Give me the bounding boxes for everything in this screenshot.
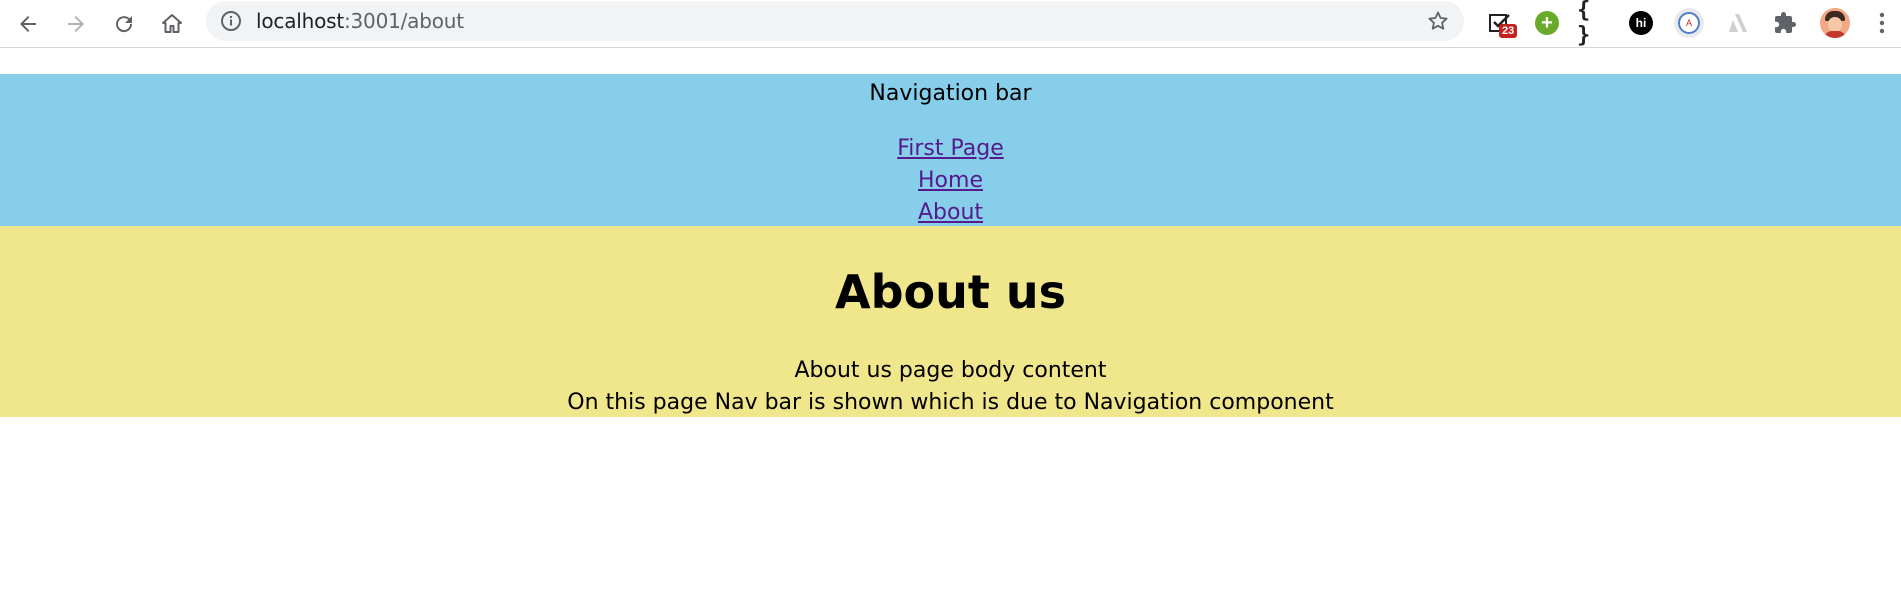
- more-menu-icon[interactable]: [1868, 6, 1896, 40]
- reload-icon[interactable]: [108, 8, 140, 40]
- url-path: :3001/about: [343, 9, 464, 33]
- hi-extension-icon[interactable]: hi: [1624, 6, 1658, 40]
- nav-link-home[interactable]: Home: [0, 165, 1901, 197]
- site-info-icon[interactable]: [220, 10, 242, 32]
- body-line: About us page body content: [794, 358, 1107, 383]
- triangle-extension-icon[interactable]: [1721, 6, 1755, 40]
- address-bar[interactable]: localhost:3001/about: [206, 1, 1464, 41]
- forward-icon[interactable]: [60, 8, 92, 40]
- body-line: On this page Nav bar is shown which is d…: [567, 390, 1334, 415]
- nav-links: First Page Home About: [0, 133, 1901, 229]
- nav-link-about[interactable]: About: [0, 197, 1901, 229]
- profile-avatar[interactable]: [1818, 6, 1852, 40]
- browser-toolbar: localhost:3001/about 23 + { } hi A: [0, 0, 1901, 48]
- plus-extension-icon[interactable]: +: [1530, 6, 1564, 40]
- bookmark-star-icon[interactable]: [1426, 9, 1450, 33]
- page-title: About us: [834, 265, 1066, 319]
- nav-title: Navigation bar: [869, 81, 1032, 106]
- task-checklist-extension-icon[interactable]: 23: [1483, 6, 1518, 40]
- home-icon[interactable]: [156, 8, 188, 40]
- body-content: About us page body content On this page …: [0, 355, 1901, 419]
- json-braces-extension-icon[interactable]: { }: [1577, 0, 1611, 48]
- nav-link-first-page[interactable]: First Page: [0, 133, 1901, 165]
- search-lens-extension-icon[interactable]: A: [1672, 6, 1706, 40]
- about-section: About us About us page body content On t…: [0, 226, 1901, 417]
- extensions-puzzle-icon[interactable]: [1768, 6, 1802, 40]
- url-text[interactable]: localhost:3001/about: [256, 1, 464, 41]
- extension-badge: 23: [1499, 24, 1518, 38]
- url-host: localhost: [256, 9, 344, 33]
- navigation-bar: Navigation bar First Page Home About: [0, 74, 1901, 226]
- back-icon[interactable]: [12, 8, 44, 40]
